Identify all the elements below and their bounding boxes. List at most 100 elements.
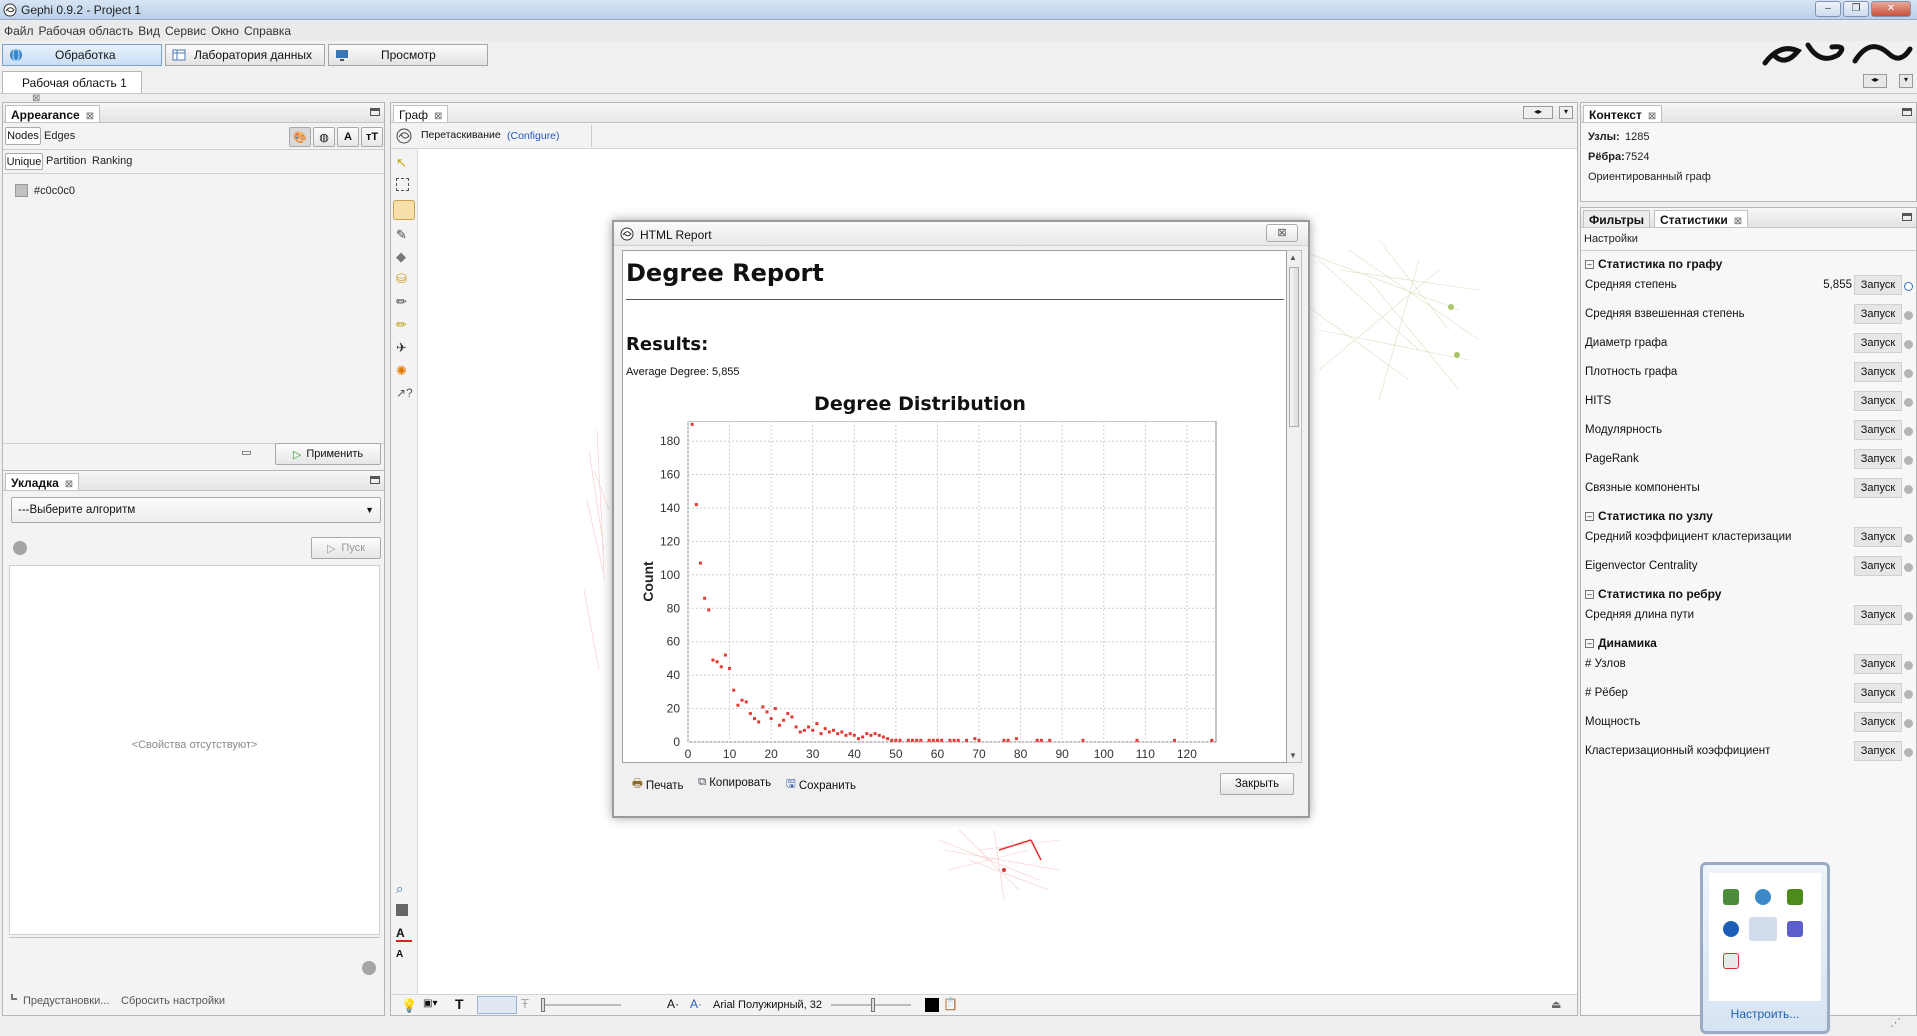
nodes-tab[interactable]: Nodes: [5, 127, 41, 145]
paint-bucket-icon[interactable]: ⛁: [396, 271, 412, 287]
statistic-info-icon[interactable]: [1904, 311, 1913, 320]
run-statistic-button[interactable]: Запуск: [1854, 712, 1902, 732]
select-arrow-icon[interactable]: ↖: [396, 155, 412, 171]
teams-icon[interactable]: [1787, 921, 1803, 937]
info-icon[interactable]: [13, 541, 27, 555]
presets-link[interactable]: Предустановки...: [23, 995, 109, 1007]
data-lab-mode-button[interactable]: Лаборатория данных: [165, 44, 325, 66]
drag-hand-icon[interactable]: [393, 200, 415, 220]
run-statistic-button[interactable]: Запуск: [1854, 449, 1902, 469]
minimize-panel-icon[interactable]: [1902, 108, 1912, 116]
expand-up-icon[interactable]: ⏏: [1551, 998, 1561, 1011]
report-scrollbar[interactable]: ▲ ▼: [1287, 250, 1302, 763]
statistic-info-icon[interactable]: [1904, 456, 1913, 465]
statistic-info-icon[interactable]: [1904, 427, 1913, 436]
run-statistic-button[interactable]: Запуск: [1854, 333, 1902, 353]
collapse-icon[interactable]: –: [1585, 590, 1594, 599]
color-palette-icon[interactable]: 🎨: [289, 127, 311, 147]
collapse-icon[interactable]: –: [1585, 639, 1594, 648]
background-color-icon[interactable]: [396, 904, 408, 916]
label-color-icon[interactable]: A: [337, 127, 359, 147]
apply-button[interactable]: ▷ Применить: [275, 443, 381, 465]
edge-toggle-buttons[interactable]: [477, 996, 517, 1014]
statistic-info-icon[interactable]: [1904, 485, 1913, 494]
font-icon[interactable]: A·: [667, 997, 679, 1011]
statistic-info-icon[interactable]: [1904, 340, 1913, 349]
print-button[interactable]: 🖶 Печать: [632, 776, 684, 795]
minimize-panel-icon[interactable]: [370, 476, 380, 484]
zoom-icon[interactable]: ⌕: [396, 881, 412, 897]
maximize-button[interactable]: ❐: [1843, 1, 1869, 17]
close-panel-icon[interactable]: ⊠: [65, 479, 73, 490]
tab-list-button[interactable]: ▾: [1899, 74, 1913, 88]
close-panel-icon[interactable]: ⊠: [1734, 216, 1742, 227]
statistic-info-icon[interactable]: [1904, 282, 1913, 291]
close-panel-icon[interactable]: ⊠: [86, 111, 94, 122]
color-swatch[interactable]: [15, 184, 28, 197]
dialog-close-icon[interactable]: ⊠: [1266, 224, 1298, 242]
statistic-info-icon[interactable]: [1904, 534, 1913, 543]
layout-tab[interactable]: Укладка ⊠: [5, 473, 80, 490]
removable-device-icon[interactable]: [1723, 953, 1739, 969]
menu-workspace[interactable]: Рабочая область: [39, 21, 139, 41]
edge-pencil-icon[interactable]: ✏: [396, 317, 412, 333]
minimize-panel-icon[interactable]: [370, 108, 380, 116]
statistic-info-icon[interactable]: [1904, 612, 1913, 621]
help-icon[interactable]: [362, 961, 376, 975]
clipboard-icon[interactable]: 📋: [943, 997, 958, 1011]
font-color-icon[interactable]: A·: [690, 997, 702, 1011]
font-label[interactable]: Arial Полужирный, 32: [713, 999, 822, 1011]
pen-tablet-icon[interactable]: [1749, 917, 1777, 941]
appearance-tab[interactable]: Appearance ⊠: [5, 105, 101, 122]
collapse-icon[interactable]: –: [1585, 512, 1594, 521]
label-size-icon[interactable]: тT: [361, 127, 383, 147]
tab-scroll-buttons[interactable]: ◂▸: [1863, 74, 1887, 88]
statistic-info-icon[interactable]: [1904, 661, 1913, 670]
reset-settings-link[interactable]: Сбросить настройки: [121, 995, 225, 1007]
heat-map-icon[interactable]: ✺: [396, 363, 412, 379]
save-button[interactable]: 🖫 Сохранить: [786, 776, 856, 795]
run-statistic-button[interactable]: Запуск: [1854, 683, 1902, 703]
stats-section-node[interactable]: – Статистика по узлу: [1585, 509, 1713, 523]
graph-tab[interactable]: Граф ⊠: [393, 105, 449, 122]
shortest-path-icon[interactable]: ✈: [396, 340, 412, 356]
statistic-info-icon[interactable]: [1904, 563, 1913, 572]
statistics-tab[interactable]: Статистики ⊠: [1654, 210, 1749, 227]
ranking-tab[interactable]: Ranking: [92, 155, 132, 167]
run-statistic-button[interactable]: Запуск: [1854, 391, 1902, 411]
label-color-swatch[interactable]: [925, 998, 939, 1012]
collapse-icon[interactable]: –: [1585, 260, 1594, 269]
menu-window[interactable]: Окно: [211, 21, 244, 41]
minimize-panel-icon[interactable]: [1902, 213, 1912, 221]
run-statistic-button[interactable]: Запуск: [1854, 478, 1902, 498]
layout-algorithm-select[interactable]: ---Выберите алгоритм ▼: [11, 497, 381, 523]
close-panel-icon[interactable]: ⊠: [1648, 111, 1656, 122]
statistic-info-icon[interactable]: [1904, 719, 1913, 728]
tab-list-button[interactable]: ▾: [1559, 106, 1573, 119]
security-shield-icon[interactable]: [1723, 889, 1739, 905]
menu-tools[interactable]: Сервис: [165, 21, 211, 41]
run-statistic-button[interactable]: Запуск: [1854, 304, 1902, 324]
stats-section-graph[interactable]: – Статистика по графу: [1585, 257, 1722, 271]
run-statistic-button[interactable]: Запуск: [1854, 654, 1902, 674]
nvidia-icon[interactable]: [1787, 889, 1803, 905]
network-globe-icon[interactable]: [1755, 889, 1771, 905]
settings-link[interactable]: Настройки: [1584, 233, 1638, 245]
label-size-icon[interactable]: Ŧ: [521, 996, 529, 1011]
statistic-info-icon[interactable]: [1904, 748, 1913, 757]
context-tab[interactable]: Контекст ⊠: [1583, 105, 1663, 122]
filters-tab[interactable]: Фильтры: [1583, 210, 1651, 227]
run-statistic-button[interactable]: Запуск: [1854, 420, 1902, 440]
text-icon[interactable]: T: [455, 996, 464, 1012]
configure-link[interactable]: (Configure): [507, 130, 560, 142]
stats-section-edge[interactable]: – Статистика по ребру: [1585, 587, 1721, 601]
close-window-button[interactable]: ✕: [1871, 1, 1911, 17]
label-size-icon[interactable]: A: [396, 949, 412, 965]
run-statistic-button[interactable]: Запуск: [1854, 605, 1902, 625]
menu-view[interactable]: Вид: [138, 21, 165, 41]
layout-run-button[interactable]: ▷ Пуск: [311, 537, 381, 559]
copy-button[interactable]: ⧉ Копировать: [698, 776, 771, 789]
rectangle-select-icon[interactable]: [396, 178, 409, 191]
slider-thumb[interactable]: [541, 998, 545, 1012]
minimize-button[interactable]: –: [1815, 1, 1841, 17]
